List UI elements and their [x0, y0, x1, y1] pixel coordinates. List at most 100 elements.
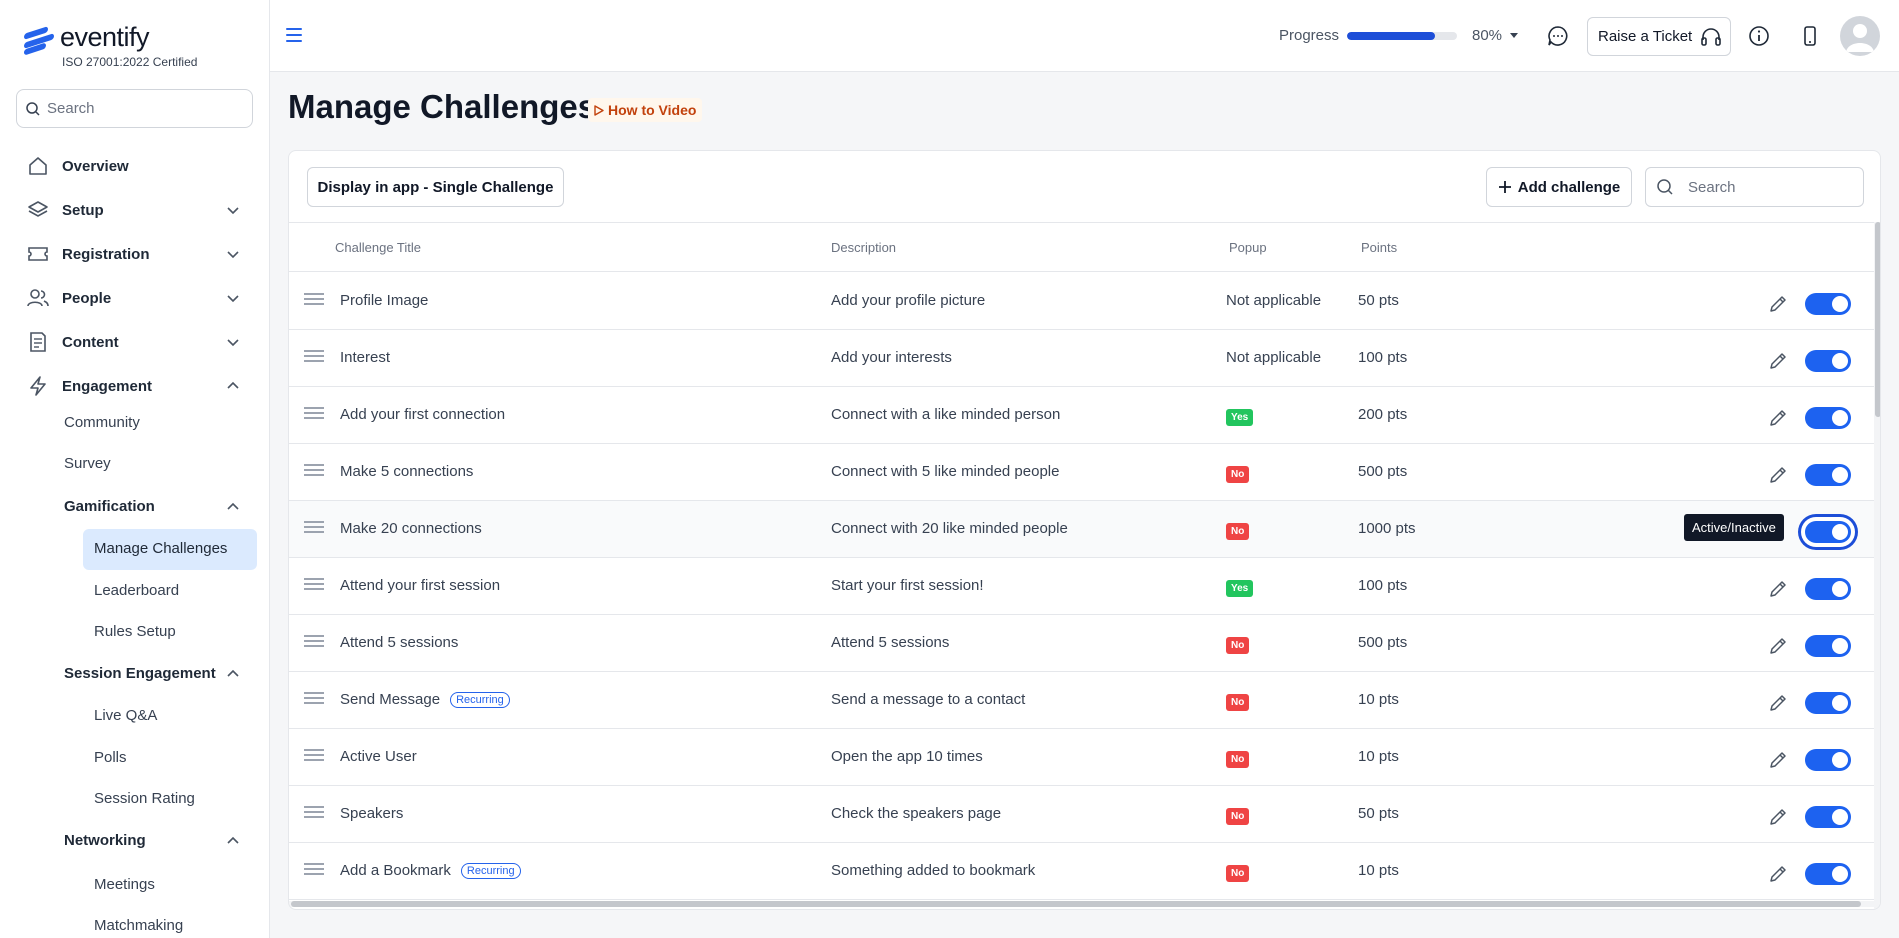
points-cell: 100 pts [1358, 349, 1408, 366]
add-challenge-button[interactable]: Add challenge [1486, 167, 1632, 207]
popup-badge: No [1226, 865, 1250, 882]
active-toggle[interactable] [1805, 464, 1851, 486]
caret-down-icon[interactable] [1510, 33, 1518, 38]
table-row[interactable]: Add your first connection Connect with a … [289, 387, 1874, 444]
user-avatar[interactable] [1840, 16, 1880, 56]
edit-pencil-icon[interactable] [1767, 578, 1789, 600]
active-toggle[interactable] [1805, 407, 1851, 429]
challenges-card: Display in app - Single Challenge Add ch… [288, 150, 1881, 910]
mobile-phone-icon[interactable] [1798, 24, 1822, 48]
description-cell: Something added to bookmark [831, 862, 1036, 879]
headset-icon [1701, 27, 1722, 46]
progress-bar [1347, 32, 1457, 40]
active-toggle[interactable] [1805, 635, 1851, 657]
description-cell: Add your interests [831, 349, 952, 366]
table-row[interactable]: Send Message Recurring Send a message to a… [289, 672, 1874, 729]
hamburger-menu-icon[interactable] [286, 28, 302, 42]
active-toggle[interactable] [1805, 806, 1851, 828]
edit-pencil-icon[interactable] [1767, 749, 1789, 771]
vertical-scrollbar[interactable] [1874, 222, 1880, 909]
table-row[interactable]: Interest Add your interests Not applicable… [289, 330, 1874, 387]
vertical-scrollbar-thumb[interactable] [1875, 222, 1880, 417]
sidebar-group-session-engagement[interactable]: Session Engagement [64, 665, 239, 682]
sidebar-item-engagement[interactable]: Engagement [0, 366, 269, 406]
active-toggle[interactable] [1805, 578, 1851, 600]
active-toggle[interactable] [1805, 521, 1851, 543]
sidebar-group-gamification[interactable]: Gamification [64, 498, 239, 515]
sidebar-item-session-rating[interactable]: Session Rating [94, 790, 195, 807]
table-row[interactable]: Attend your first session Start your firs… [289, 558, 1874, 615]
sidebar-search-input[interactable] [47, 100, 237, 117]
edit-pencil-icon[interactable] [1767, 863, 1789, 885]
drag-handle-icon[interactable] [304, 806, 324, 818]
sidebar-item-community[interactable]: Community [64, 414, 140, 431]
challenge-title-cell: Make 20 connections [340, 520, 482, 537]
how-to-video-link[interactable]: How to Video [588, 98, 703, 122]
challenge-title: Active User [340, 748, 417, 765]
active-toggle[interactable] [1805, 749, 1851, 771]
edit-pencil-icon[interactable] [1767, 293, 1789, 315]
table-row[interactable]: Profile Image Add your profile picture Not… [289, 273, 1874, 330]
challenge-title: Add a Bookmark [340, 862, 451, 879]
drag-handle-icon[interactable] [304, 749, 324, 761]
sidebar-item-rules-setup[interactable]: Rules Setup [94, 623, 176, 640]
sidebar-item-people[interactable]: People [0, 278, 269, 318]
home-icon [26, 154, 50, 178]
page-title: Manage Challenges [288, 88, 597, 125]
raise-ticket-button[interactable]: Raise a Ticket [1587, 17, 1731, 56]
drag-handle-icon[interactable] [304, 635, 324, 647]
table-row[interactable]: Active User Open the app 10 times No 10 pts [289, 729, 1874, 786]
chat-icon[interactable] [1546, 24, 1570, 48]
challenge-search-input[interactable] [1688, 178, 1848, 196]
sidebar-item-registration[interactable]: Registration [0, 234, 269, 274]
table-row[interactable]: Make 20 connections Connect with 20 like … [289, 501, 1874, 558]
display-mode-button[interactable]: Display in app - Single Challenge [307, 167, 564, 207]
edit-pencil-icon[interactable] [1767, 407, 1789, 429]
table-row[interactable]: Speakers Check the speakers page No 50 pts [289, 786, 1874, 843]
play-icon [594, 104, 604, 116]
sidebar-item-survey[interactable]: Survey [64, 455, 111, 472]
sidebar-item-live-qa[interactable]: Live Q&A [94, 707, 157, 724]
drag-handle-icon[interactable] [304, 464, 324, 476]
edit-pencil-icon[interactable] [1767, 350, 1789, 372]
drag-handle-icon[interactable] [304, 293, 324, 305]
column-header-popup: Popup [1229, 240, 1267, 255]
info-icon[interactable] [1747, 24, 1771, 48]
table-row[interactable]: Make 5 connections Connect with 5 like mi… [289, 444, 1874, 501]
horizontal-scrollbar[interactable] [289, 901, 1874, 907]
progress-percent[interactable]: 80% [1472, 27, 1502, 44]
sidebar-item-polls[interactable]: Polls [94, 749, 127, 766]
edit-pencil-icon[interactable] [1767, 635, 1789, 657]
sidebar-item-manage-challenges[interactable]: Manage Challenges [94, 540, 227, 557]
edit-pencil-icon[interactable] [1767, 692, 1789, 714]
challenge-title: Attend your first session [340, 577, 501, 594]
description-cell: Send a message to a contact [831, 691, 1026, 708]
points-cell: 10 pts [1358, 691, 1399, 708]
active-toggle[interactable] [1805, 692, 1851, 714]
sidebar-group-networking[interactable]: Networking [64, 832, 239, 849]
active-toggle[interactable] [1805, 350, 1851, 372]
table-row[interactable]: Attend 5 sessions Attend 5 sessions No 500 … [289, 615, 1874, 672]
horizontal-scrollbar-thumb[interactable] [291, 901, 1861, 907]
edit-pencil-icon[interactable] [1767, 806, 1789, 828]
sidebar-item-meetings[interactable]: Meetings [94, 876, 155, 893]
eventify-logo-icon [24, 24, 54, 56]
drag-handle-icon[interactable] [304, 578, 324, 590]
table-row[interactable]: Add a Bookmark Recurring Something added t… [289, 843, 1874, 900]
sidebar-item-content[interactable]: Content [0, 322, 269, 362]
drag-handle-icon[interactable] [304, 692, 324, 704]
drag-handle-icon[interactable] [304, 407, 324, 419]
drag-handle-icon[interactable] [304, 350, 324, 362]
sidebar-search[interactable] [16, 89, 253, 128]
sidebar-item-matchmaking[interactable]: Matchmaking [94, 917, 183, 934]
drag-handle-icon[interactable] [304, 521, 324, 533]
sidebar-item-overview[interactable]: Overview [0, 146, 269, 186]
challenge-search[interactable] [1645, 167, 1864, 207]
sidebar-item-leaderboard[interactable]: Leaderboard [94, 582, 179, 599]
brand-logo[interactable]: eventify [24, 22, 150, 56]
active-toggle[interactable] [1805, 293, 1851, 315]
sidebar-item-setup[interactable]: Setup [0, 190, 269, 230]
active-toggle[interactable] [1805, 863, 1851, 885]
edit-pencil-icon[interactable] [1767, 464, 1789, 486]
drag-handle-icon[interactable] [304, 863, 324, 875]
